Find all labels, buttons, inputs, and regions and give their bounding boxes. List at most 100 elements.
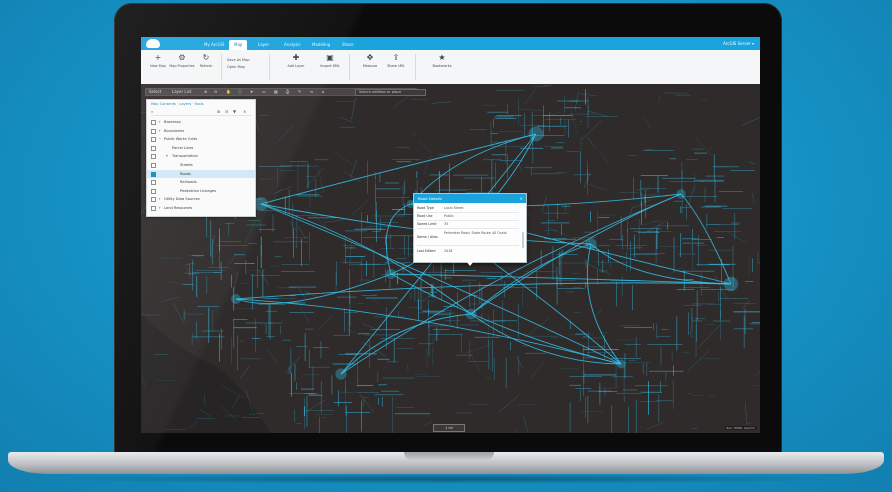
refresh-icon: ↻ — [202, 53, 210, 62]
map-attribution: Esri, HERE, Garmin — [724, 426, 757, 430]
tab-my-arcgis[interactable]: My ArcGIS — [199, 40, 229, 50]
tab-analysis[interactable]: Analysis — [279, 40, 305, 50]
expand-icon[interactable]: ⊞ — [217, 109, 220, 115]
layer-checkbox[interactable] — [151, 154, 156, 160]
layer-checkbox[interactable] — [151, 137, 156, 143]
import-kml-button[interactable]: ▣ Import KML — [315, 53, 345, 68]
arrow-icon[interactable]: ➤ — [250, 89, 253, 95]
share-icon: ⇪ — [392, 53, 400, 62]
expander-icon[interactable]: ▾ — [166, 152, 168, 160]
zoom-out-icon[interactable]: ⊖ — [214, 89, 217, 95]
city-cluster — [385, 268, 397, 280]
city-cluster — [723, 276, 739, 292]
expander-icon[interactable]: + — [158, 195, 161, 203]
layer-checkbox[interactable] — [151, 188, 156, 194]
layer-panel-title: Map Contents · Layers · Tools — [151, 102, 204, 106]
layer-row[interactable]: + Boundaries — [147, 127, 255, 135]
layer-row[interactable]: Roads — [147, 169, 255, 178]
select-tool[interactable]: Select — [149, 89, 161, 95]
laptop-shadow — [40, 474, 852, 484]
collapse-icon[interactable]: ⊟ — [225, 109, 228, 115]
print-icon[interactable]: ⎙ — [286, 89, 289, 95]
tab-map[interactable]: Map — [229, 40, 248, 50]
layer-row[interactable]: Pedestrian Linkages — [147, 187, 255, 195]
popup-key: Last Edited — [417, 249, 436, 253]
layer-row[interactable]: + Basemap — [147, 118, 255, 126]
city-cluster — [528, 126, 544, 142]
popup-value: Local Street — [444, 206, 464, 210]
cloud-logo-icon — [146, 39, 160, 48]
popup-row: Road Type Local Street — [417, 206, 519, 213]
layer-row[interactable]: ▾ Transportation — [147, 152, 255, 160]
ribbon-separator — [415, 54, 416, 80]
zoom-icon[interactable]: ⊕ — [204, 89, 207, 95]
open-map-link[interactable]: Open Map — [227, 65, 245, 70]
popup-value: 35 — [444, 222, 449, 226]
layer-checkbox[interactable] — [151, 120, 156, 125]
search-icon[interactable]: ⌕ — [151, 109, 153, 115]
save-as-map-link[interactable]: Save As Map — [227, 58, 249, 63]
tab-layer[interactable]: Layer — [253, 40, 274, 50]
home-icon[interactable]: ⌂ — [322, 89, 325, 95]
filter-icon[interactable]: ▼ — [233, 109, 236, 115]
layer-row[interactable]: Streets — [147, 161, 255, 169]
measure-tool-icon[interactable]: ▭ — [262, 89, 266, 95]
laptop-notch — [404, 452, 494, 460]
popup-row: Speed Limit 35 — [417, 222, 519, 229]
layer-label: Basemap — [164, 120, 181, 124]
refresh-button[interactable]: ↻ Refresh — [191, 53, 221, 68]
layer-checkbox[interactable] — [151, 180, 156, 186]
layer-label: Parcel Lines — [172, 145, 194, 150]
city-cluster — [231, 294, 241, 304]
layer-label: Streets — [180, 163, 193, 167]
city-cluster — [254, 197, 268, 211]
layer-list-tool[interactable]: Layer List — [172, 89, 191, 95]
ribbon-separator — [221, 54, 222, 80]
identify-icon[interactable]: ⓘ — [238, 89, 242, 95]
popup-scrollbar[interactable] — [522, 232, 524, 248]
close-icon[interactable]: × — [243, 109, 246, 115]
layer-label: Pedestrian Linkages — [180, 188, 216, 193]
close-icon[interactable]: × — [520, 194, 523, 203]
layer-checkbox[interactable] — [151, 197, 156, 203]
layer-row[interactable]: + Land Resources — [147, 204, 255, 212]
bookmarks-button[interactable]: ★ Bookmarks — [427, 53, 457, 68]
layer-row[interactable]: Railroads — [147, 178, 255, 186]
layer-row[interactable]: Parcel Lines — [147, 144, 255, 152]
popup-pointer — [466, 261, 474, 266]
layer-checkbox[interactable] — [151, 163, 156, 168]
expander-icon[interactable]: − — [158, 135, 161, 143]
expander-icon[interactable]: + — [158, 118, 161, 126]
share-url-button[interactable]: ⇪ Share URL — [381, 53, 411, 68]
layer-label: Roads — [180, 171, 191, 176]
expander-icon[interactable]: + — [158, 204, 161, 212]
pan-icon[interactable]: ✋ — [226, 89, 231, 95]
layer-panel-tools: ⌕ ⊞ ⊟ ▼ × — [151, 109, 251, 116]
draw-icon[interactable]: ✎ — [298, 89, 301, 95]
layer-label: Utility Data Sources — [164, 197, 200, 202]
add-layer-button[interactable]: ✚ Add Layer — [281, 53, 311, 68]
layers-icon[interactable]: ≡ — [310, 89, 313, 95]
ribbon-separator — [269, 54, 270, 80]
add-layer-icon: ✚ — [292, 53, 300, 62]
popup-key: Speed Limit — [417, 222, 437, 226]
layer-checkbox[interactable] — [151, 171, 156, 177]
ribbon-separator — [349, 54, 350, 80]
tab-modeling[interactable]: Modeling — [307, 40, 335, 50]
layer-panel: Map Contents · Layers · Tools ⌕ ⊞ ⊟ ▼ × … — [146, 99, 256, 217]
grid-icon[interactable]: ▦ — [274, 89, 278, 95]
layer-row[interactable]: + Utility Data Sources — [147, 195, 255, 203]
popup-key: Road Type — [417, 206, 434, 210]
app-header: My ArcGIS Map Layer Analysis Modeling Sh… — [141, 37, 760, 50]
layer-label: Land Resources — [164, 206, 193, 210]
locator-input[interactable]: Search address or place — [355, 89, 426, 96]
layer-checkbox[interactable] — [151, 145, 156, 151]
user-menu[interactable]: ArcGIS Server ▾ — [723, 39, 754, 48]
expander-icon[interactable]: + — [158, 127, 161, 135]
layer-checkbox[interactable] — [151, 206, 156, 211]
layer-checkbox[interactable] — [151, 128, 156, 134]
popup-key: Road Use — [417, 214, 433, 218]
tab-share[interactable]: Share — [337, 40, 359, 50]
layer-label: Transportation — [172, 154, 198, 159]
layer-row[interactable]: − Public Works Grids — [147, 135, 255, 143]
